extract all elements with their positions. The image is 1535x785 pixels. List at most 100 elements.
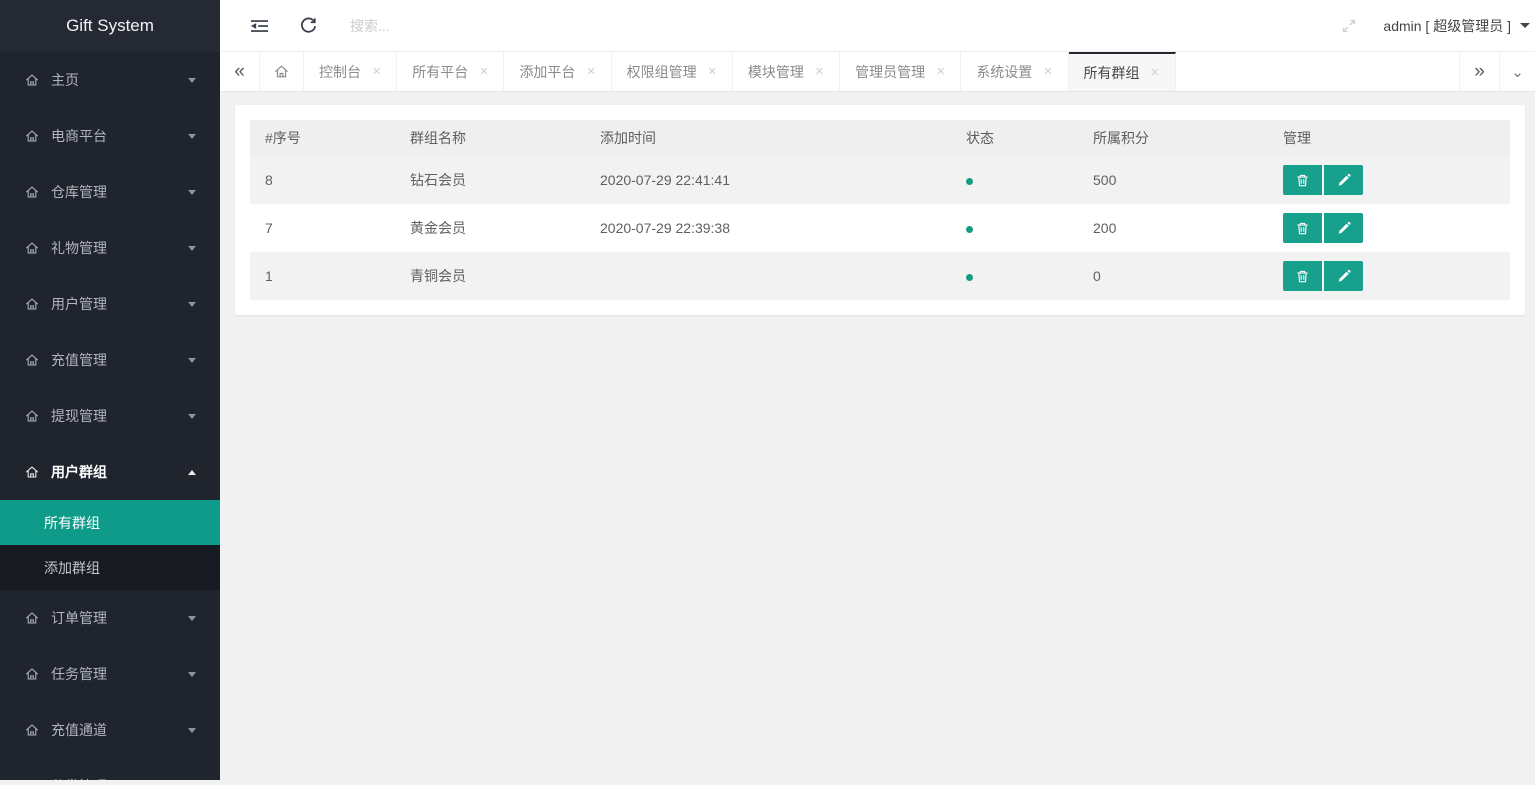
sidebar-item[interactable]: 充值通道: [0, 702, 220, 758]
cell-id: 1: [250, 252, 395, 300]
sidebar-item[interactable]: 订单管理: [0, 590, 220, 646]
home-tab[interactable]: [260, 52, 304, 91]
admin-dropdown[interactable]: admin [ 超级管理员 ]: [1383, 16, 1530, 36]
sidebar-item[interactable]: 用户管理: [0, 276, 220, 332]
tab[interactable]: 所有平台 ✕: [397, 52, 504, 91]
sidebar-item-label: 提现管理: [51, 406, 188, 426]
sidebar-item-label: 充值管理: [51, 350, 188, 370]
trash-icon: [1295, 173, 1310, 188]
status-dot: [966, 178, 973, 185]
chevron-down-icon: [188, 358, 196, 363]
home-icon: [24, 240, 40, 256]
sidebar-item[interactable]: 仓库管理: [0, 164, 220, 220]
sidebar-item[interactable]: 所有群组: [0, 500, 220, 545]
cell-points: 0: [1078, 252, 1268, 300]
chevron-down-icon: [188, 616, 196, 621]
close-icon[interactable]: ✕: [1151, 66, 1160, 79]
cell-actions: [1268, 156, 1510, 204]
sidebar-item-label: 礼物管理: [51, 238, 188, 258]
tabbar: « 控制台 ✕ 所有平台 ✕ 添加平台: [220, 52, 1535, 92]
chevron-down-icon: [188, 414, 196, 419]
sidebar-item[interactable]: 提现管理: [0, 388, 220, 444]
tab-label: 管理员管理: [855, 62, 925, 82]
horizontal-scrollbar-track[interactable]: [0, 780, 1535, 785]
sidebar-item[interactable]: 用户群组: [0, 444, 220, 500]
main-pane: admin [ 超级管理员 ] « 控制台 ✕ 所有平台: [220, 0, 1535, 785]
sidebar-menu: 主页 电商平台: [0, 52, 220, 785]
cell-created-time: [585, 252, 951, 300]
tab[interactable]: 管理员管理 ✕: [840, 52, 961, 91]
trash-icon: [1295, 221, 1310, 236]
tabs-scroll-right-button[interactable]: »: [1459, 52, 1499, 91]
sidebar-item-label: 用户管理: [51, 294, 188, 314]
sidebar-item-label: 订单管理: [51, 608, 188, 628]
home-icon: [24, 610, 40, 626]
action-button-group: [1283, 261, 1363, 291]
table-row: 7 黄金会员 2020-07-29 22:39:38 200: [250, 204, 1510, 252]
sidebar-item-label: 添加群组: [44, 558, 196, 578]
close-icon[interactable]: ✕: [479, 65, 488, 78]
home-icon: [24, 722, 40, 738]
sidebar-item[interactable]: 添加群组: [0, 545, 220, 590]
sidebar-item-label: 用户群组: [51, 462, 188, 482]
tabbar-spacer: [1176, 52, 1459, 91]
sidebar-item[interactable]: 任务管理: [0, 646, 220, 702]
delete-button[interactable]: [1283, 213, 1322, 243]
edit-button[interactable]: [1324, 261, 1363, 291]
home-icon: [24, 128, 40, 144]
cell-group-name: 钻石会员: [395, 156, 585, 204]
home-icon: [24, 296, 40, 312]
cell-actions: [1268, 204, 1510, 252]
sidebar-item[interactable]: 主页: [0, 52, 220, 108]
tab-label: 控制台: [319, 62, 361, 82]
topbar: admin [ 超级管理员 ]: [220, 0, 1535, 52]
tabs-scroll-left-button[interactable]: «: [220, 52, 260, 91]
topbar-right: admin [ 超级管理员 ]: [1341, 16, 1535, 36]
pencil-icon: [1337, 269, 1351, 283]
tab[interactable]: 所有群组 ✕: [1069, 52, 1176, 91]
cell-id: 7: [250, 204, 395, 252]
edit-button[interactable]: [1324, 213, 1363, 243]
sidebar-item[interactable]: 电商平台: [0, 108, 220, 164]
close-icon[interactable]: ✕: [586, 65, 595, 78]
sidebar-item-label: 任务管理: [51, 664, 188, 684]
close-icon[interactable]: ✕: [815, 65, 824, 78]
sidebar-item[interactable]: 礼物管理: [0, 220, 220, 276]
tab[interactable]: 系统设置 ✕: [961, 52, 1068, 91]
home-icon: [24, 72, 40, 88]
search-input[interactable]: [350, 18, 590, 34]
chevron-down-icon: [188, 302, 196, 307]
sidebar-item[interactable]: 充值管理: [0, 332, 220, 388]
close-icon[interactable]: ✕: [936, 65, 945, 78]
chevron-down-icon: [188, 190, 196, 195]
home-icon: [24, 666, 40, 682]
table-body: 8 钻石会员 2020-07-29 22:41:41 500: [250, 156, 1510, 300]
home-icon: [24, 352, 40, 368]
tab[interactable]: 模块管理 ✕: [733, 52, 840, 91]
chevron-down-icon: [188, 246, 196, 251]
close-icon[interactable]: ✕: [372, 65, 381, 78]
sidebar-fold-button[interactable]: [250, 18, 269, 34]
edit-button[interactable]: [1324, 165, 1363, 195]
cell-id: 8: [250, 156, 395, 204]
refresh-icon[interactable]: [299, 16, 318, 35]
delete-button[interactable]: [1283, 261, 1322, 291]
cell-group-name: 青铜会员: [395, 252, 585, 300]
home-icon: [24, 184, 40, 200]
chevron-down-icon: [188, 470, 196, 475]
sidebar-item-label: 主页: [51, 70, 188, 90]
close-icon[interactable]: ✕: [708, 65, 717, 78]
trash-icon: [1295, 269, 1310, 284]
close-icon[interactable]: ✕: [1043, 65, 1052, 78]
chevron-down-icon: [188, 134, 196, 139]
column-header: 所属积分: [1078, 120, 1268, 156]
tabs-menu-button[interactable]: ⌄: [1499, 52, 1535, 91]
tab[interactable]: 权限组管理 ✕: [612, 52, 733, 91]
fullscreen-icon[interactable]: [1341, 18, 1357, 34]
cell-status: [951, 252, 1078, 300]
status-dot: [966, 226, 973, 233]
column-header: 管理: [1268, 120, 1510, 156]
delete-button[interactable]: [1283, 165, 1322, 195]
tab[interactable]: 控制台 ✕: [304, 52, 397, 91]
tab[interactable]: 添加平台 ✕: [504, 52, 611, 91]
